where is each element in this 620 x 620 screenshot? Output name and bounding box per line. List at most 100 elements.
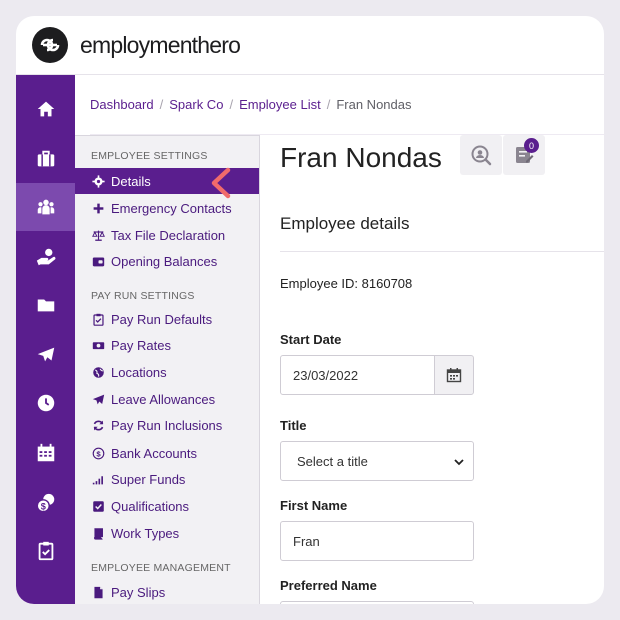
rail-calendar[interactable] [16, 429, 75, 477]
subnav-item-label: Locations [111, 364, 167, 380]
subnav-item-qualifications[interactable]: Qualifications [75, 493, 259, 519]
subnav-item-label: Pay Run Inclusions [111, 417, 223, 433]
rail-leave[interactable] [16, 331, 75, 379]
subnav-item-leave-allowances[interactable]: Leave Allowances [75, 386, 259, 412]
breadcrumb-current: Fran Nondas [336, 97, 412, 112]
rail-payroll[interactable] [16, 233, 75, 281]
subnav-item-label: Pay Run Defaults [111, 311, 213, 327]
brand-name: employmenthero [80, 31, 241, 58]
svg-text:$: $ [40, 501, 45, 511]
calendar-icon [446, 368, 462, 383]
employment-hero-logo-icon[interactable] [32, 27, 68, 63]
subnav-item-pay-run-defaults[interactable]: Pay Run Defaults [75, 306, 259, 332]
payroll-hand-icon [36, 248, 55, 266]
subnav-item-label: Qualifications [111, 498, 190, 514]
plane-icon [91, 392, 105, 406]
section-heading-employee-management: EMPLOYEE MANAGEMENT [91, 562, 231, 574]
notes-count-badge: 0 [524, 138, 539, 153]
chevron-down-icon [454, 459, 464, 466]
subnav-item-label: Opening Balances [111, 253, 218, 269]
calendar-icon [37, 443, 54, 462]
check-square-icon [91, 499, 105, 513]
rail-tasks[interactable] [16, 527, 75, 575]
folder-icon [37, 299, 54, 312]
start-date-group: 23/03/2022 [280, 355, 474, 395]
refresh-icon [91, 418, 105, 432]
breadcrumb-separator: / [326, 97, 331, 112]
subnav-item-label: Work Types [111, 525, 180, 541]
clock-icon [37, 394, 54, 412]
page-title: Fran Nondas [280, 142, 442, 173]
people-icon [37, 199, 54, 215]
section-heading-pay-run-settings: PAY RUN SETTINGS [91, 290, 195, 302]
icon-rail: $ [16, 75, 75, 604]
gear-icon [91, 174, 105, 188]
plane-icon [37, 347, 54, 362]
globe-icon [91, 365, 105, 379]
notes-button[interactable]: 0 [503, 135, 545, 175]
subnav-item-tax-file-declaration[interactable]: Tax File Declaration [75, 222, 259, 248]
section-title: Employee details [280, 214, 410, 233]
file-icon [91, 585, 105, 599]
subnav-item-pay-rates[interactable]: Pay Rates [75, 332, 259, 358]
subnav-item-label: Pay Rates [111, 337, 171, 353]
breadcrumb-dashboard[interactable]: Dashboard [90, 97, 154, 112]
subnav-item-label: Super Funds [111, 471, 186, 487]
subnav-item-pay-run-inclusions[interactable]: Pay Run Inclusions [75, 412, 259, 438]
subnav-item-label: Tax File Declaration [111, 227, 226, 243]
employee-id: Employee ID: 8160708 [280, 276, 413, 291]
clipboard-icon [38, 541, 53, 561]
rail-home[interactable] [16, 85, 75, 133]
first-name-label: First Name [280, 498, 348, 513]
rail-timesheets[interactable] [16, 379, 75, 427]
coins-icon: $ [36, 493, 54, 513]
top-bar: employmenthero [16, 16, 604, 75]
home-icon [37, 101, 54, 117]
date-picker-button[interactable] [434, 355, 474, 395]
preferred-name-input[interactable] [280, 601, 474, 604]
breadcrumb-separator: / [229, 97, 234, 112]
employee-details-panel: Fran Nondas 0 Employee details Employee … [260, 135, 604, 604]
search-employee-button[interactable] [460, 135, 502, 175]
chevron-left-icon [211, 167, 231, 199]
subnav-item-locations[interactable]: Locations [75, 359, 259, 385]
breadcrumb: Dashboard / Spark Co / Employee List / F… [90, 75, 604, 135]
signal-bars-icon [91, 472, 105, 486]
rail-documents[interactable] [16, 281, 75, 329]
title-select[interactable]: Select a title [280, 441, 474, 481]
start-date-input[interactable]: 23/03/2022 [280, 355, 435, 395]
wallet-icon [91, 254, 105, 268]
book-icon [91, 526, 105, 540]
svg-text:$: $ [96, 449, 101, 458]
scales-icon [91, 228, 105, 242]
breadcrumb-separator: / [159, 97, 164, 112]
title-select-value: Select a title [297, 453, 368, 469]
subnav-item-bank-accounts[interactable]: $ Bank Accounts [75, 440, 259, 466]
subnav-item-pay-slips[interactable]: Pay Slips [75, 579, 259, 604]
subnav-item-super-funds[interactable]: Super Funds [75, 466, 259, 492]
subnav-item-opening-balances[interactable]: Opening Balances [75, 248, 259, 274]
start-date-label: Start Date [280, 332, 342, 347]
title-label: Title [280, 418, 307, 433]
preferred-name-label: Preferred Name [280, 578, 377, 593]
divider [280, 251, 604, 252]
briefcase-icon [37, 150, 54, 167]
section-heading-employee-settings: EMPLOYEE SETTINGS [91, 150, 208, 162]
subnav-item-label: Leave Allowances [111, 391, 216, 407]
rail-payments[interactable]: $ [16, 479, 75, 527]
clipboard-check-icon [91, 312, 105, 326]
app-window: employmenthero $ Dashboard / Spark Co / … [16, 16, 604, 604]
money-icon [91, 338, 105, 352]
plus-icon [91, 201, 105, 215]
breadcrumb-company[interactable]: Spark Co [169, 97, 223, 112]
subnav-item-label: Bank Accounts [111, 445, 197, 461]
rail-people[interactable] [16, 183, 75, 231]
dollar-circle-icon: $ [91, 446, 105, 460]
user-search-icon [471, 145, 492, 166]
first-name-input[interactable]: Fran [280, 521, 474, 561]
subnav-item-label: Pay Slips [111, 584, 166, 600]
rail-briefcase[interactable] [16, 135, 75, 183]
breadcrumb-employee-list[interactable]: Employee List [239, 97, 321, 112]
subnav-item-work-types[interactable]: Work Types [75, 520, 259, 546]
subnav-item-label: Details [111, 173, 151, 189]
